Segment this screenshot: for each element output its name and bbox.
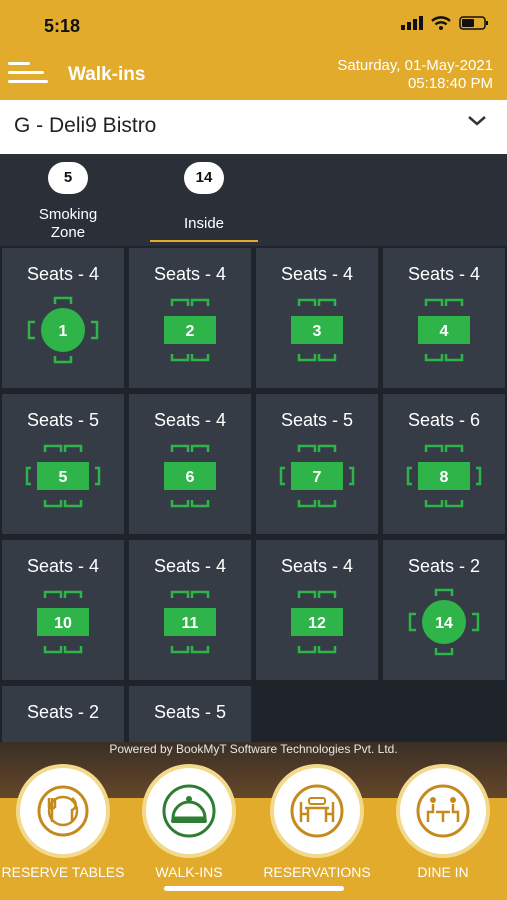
table-seats-label: Seats - 5 [280, 410, 354, 430]
table-cell[interactable]: Seats - 4 11 [129, 540, 251, 680]
tab-inside[interactable]: 14 Inside [150, 154, 258, 246]
table-seats-label: Seats - 4 [407, 264, 481, 284]
tab-label: Inside [183, 215, 225, 232]
current-date: Saturday, 01-May-2021 [337, 57, 493, 74]
status-time: 5:18 [44, 16, 81, 36]
date-time: Saturday, 01-May-2021 05:18:40 PM [337, 57, 493, 93]
table-icon: 2 [164, 298, 216, 362]
venue-selector[interactable]: G - Deli9 Bistro [0, 100, 507, 155]
table-seats-label: Seats - 2 [407, 556, 481, 576]
table-cell[interactable]: Seats - 2 [2, 686, 124, 742]
table-seats-label: Seats - 4 [26, 264, 100, 284]
walk-ins-icon [162, 784, 216, 838]
chevron-down-icon [468, 116, 486, 126]
footer: Powered by BookMyT Software Technologies… [0, 742, 507, 900]
nav-label: RESERVE TABLES [1, 864, 125, 880]
reserve-tables-icon [37, 785, 89, 837]
table-number: 2 [186, 323, 195, 340]
table-cell[interactable]: Seats - 4 6 [129, 394, 251, 534]
app-header: Walk-ins Saturday, 01-May-2021 05:18:40 … [0, 48, 507, 100]
table-cell[interactable]: Seats - 2 14 [383, 540, 505, 680]
table-number: 14 [435, 615, 453, 632]
nav-label: DINE IN [417, 864, 469, 880]
wifi-icon [431, 16, 451, 30]
table-cell[interactable]: Seats - 5 [129, 686, 251, 742]
table-number: 10 [54, 615, 72, 632]
table-icon: 1 [27, 296, 99, 364]
table-icon: 7 [279, 444, 355, 508]
tab-smoking-zone[interactable]: 5 Smoking Zone [14, 154, 122, 246]
menu-icon[interactable] [8, 58, 48, 88]
table-cell[interactable]: Seats - 4 4 [383, 248, 505, 388]
table-number: 6 [186, 469, 195, 486]
status-bar: 5:18 [0, 0, 507, 48]
table-icon: 6 [164, 444, 216, 508]
battery-icon [459, 16, 488, 30]
nav-label: WALK-INS [155, 864, 223, 880]
table-cell[interactable]: Seats - 5 7 [256, 394, 378, 534]
tab-count-badge: 14 [184, 162, 224, 194]
table-number: 12 [308, 615, 326, 632]
nav-circle [270, 764, 364, 858]
table-icon: 5 [25, 444, 101, 508]
table-icon: 8 [406, 444, 482, 508]
venue-name: G - Deli9 Bistro [14, 114, 157, 137]
table-seats-label: Seats - 4 [26, 556, 100, 576]
nav-walk-ins[interactable]: WALK-INS [126, 764, 252, 894]
table-icon: 4 [418, 298, 470, 362]
table-number: 3 [313, 323, 322, 340]
page-title: Walk-ins [68, 64, 146, 85]
active-tab-underline [150, 240, 258, 242]
nav-dine-in[interactable]: DINE IN [380, 764, 506, 894]
table-cell[interactable]: Seats - 5 5 [2, 394, 124, 534]
bottom-nav: RESERVE TABLES WALK-INS RESERVATIONS DIN… [0, 764, 507, 900]
nav-label: RESERVATIONS [263, 864, 371, 880]
table-icon: 10 [37, 590, 89, 654]
table-icon: 3 [291, 298, 343, 362]
nav-circle [16, 764, 110, 858]
reservations-icon [290, 784, 344, 838]
table-seats-label: Seats - 4 [153, 410, 227, 430]
table-seats-label: Seats - 6 [407, 410, 481, 430]
table-seats-label: Seats - 2 [26, 702, 100, 722]
table-seats-label: Seats - 5 [26, 410, 100, 430]
table-cell[interactable]: Seats - 4 1 [2, 248, 124, 388]
nav-reserve-tables[interactable]: RESERVE TABLES [0, 764, 126, 894]
table-seats-label: Seats - 5 [153, 702, 227, 722]
table-icon: 14 [408, 588, 480, 656]
table-icon: 11 [164, 590, 216, 654]
table-icon: 12 [291, 590, 343, 654]
dine-in-icon [416, 784, 470, 838]
table-seats-label: Seats - 4 [280, 264, 354, 284]
table-cell[interactable]: Seats - 6 8 [383, 394, 505, 534]
table-cell[interactable]: Seats - 4 10 [2, 540, 124, 680]
table-number: 7 [313, 469, 322, 486]
nav-circle [396, 764, 490, 858]
area-tabs: 5 Smoking Zone 14 Inside [0, 154, 507, 246]
current-time: 05:18:40 PM [407, 75, 493, 92]
table-number: 1 [59, 323, 68, 340]
table-number: 4 [440, 323, 449, 340]
powered-by-text: Powered by BookMyT Software Technologies… [109, 742, 398, 756]
table-number: 8 [440, 469, 449, 486]
table-seats-label: Seats - 4 [153, 264, 227, 284]
table-seats-label: Seats - 4 [153, 556, 227, 576]
status-icons [401, 16, 489, 30]
table-number: 5 [59, 469, 68, 486]
table-cell[interactable]: Seats - 4 3 [256, 248, 378, 388]
tables-grid: Seats - 4 1 Seats - 4 2 Seats - 4 3 Seats - 4 4… [0, 246, 507, 742]
table-cell[interactable]: Seats - 4 2 [129, 248, 251, 388]
nav-circle [142, 764, 236, 858]
table-cell[interactable]: Seats - 4 12 [256, 540, 378, 680]
tab-label: Smoking Zone [38, 206, 98, 241]
cellular-signal-icon [401, 16, 423, 30]
tab-count-badge: 5 [48, 162, 88, 194]
table-seats-label: Seats - 4 [280, 556, 354, 576]
home-indicator [164, 886, 344, 891]
nav-reservations[interactable]: RESERVATIONS [254, 764, 380, 894]
table-number: 11 [182, 615, 199, 632]
